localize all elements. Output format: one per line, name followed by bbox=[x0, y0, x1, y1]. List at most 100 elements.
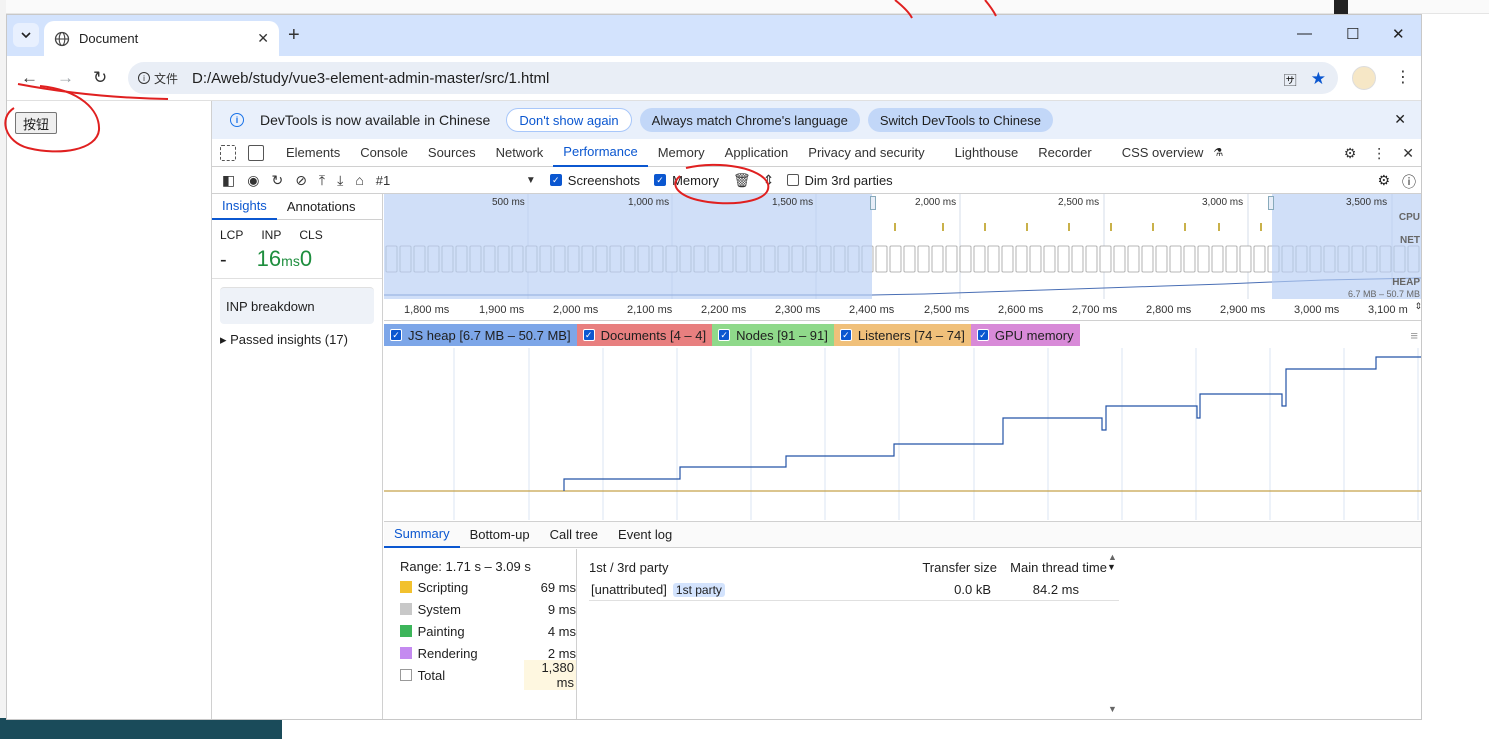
profile-avatar[interactable] bbox=[1352, 66, 1376, 90]
tab-css-overview[interactable]: CSS overview bbox=[1112, 139, 1214, 167]
selection-handle-left[interactable] bbox=[870, 196, 876, 210]
cls-label: CLS bbox=[299, 228, 323, 242]
close-devtools-icon[interactable]: ✕ bbox=[1402, 145, 1414, 162]
tab-recorder[interactable]: Recorder bbox=[1028, 139, 1111, 167]
tab-search-button[interactable] bbox=[13, 23, 39, 47]
switch-to-chinese-button[interactable]: Switch DevTools to Chinese bbox=[867, 108, 1053, 132]
tab-performance[interactable]: Performance bbox=[553, 139, 648, 167]
row-transfer: 0.0 kB bbox=[954, 582, 991, 597]
collapse-icon[interactable]: ⇕ bbox=[763, 172, 775, 189]
bookmark-star-icon[interactable]: ★ bbox=[1311, 69, 1326, 89]
back-arrow-icon[interactable]: ← bbox=[21, 68, 38, 88]
ruler-scroll-icon[interactable]: ⇕ bbox=[1414, 301, 1421, 312]
reload-icon[interactable]: ↻ bbox=[93, 68, 107, 88]
frame-thumbnail bbox=[959, 245, 972, 273]
ruler-tick: 3,000 ms bbox=[1294, 304, 1340, 316]
tab-memory[interactable]: Memory bbox=[648, 139, 715, 167]
ruler-tick: 1,900 ms bbox=[479, 304, 525, 316]
close-infobar-icon[interactable]: ✕ bbox=[1394, 111, 1406, 128]
browser-menu-icon[interactable]: ⋮ bbox=[1395, 67, 1411, 87]
tab-summary[interactable]: Summary bbox=[384, 522, 460, 548]
timeline-overview[interactable]: 500 ms 1,000 ms 1,500 ms 2,000 ms 2,500 … bbox=[384, 194, 1421, 299]
device-toolbar-icon[interactable] bbox=[248, 144, 264, 161]
selection-handle-right[interactable] bbox=[1268, 196, 1274, 210]
tab-bottom-up[interactable]: Bottom-up bbox=[460, 522, 540, 548]
tab-lighthouse[interactable]: Lighthouse bbox=[945, 139, 1029, 167]
lcp-label: LCP bbox=[220, 228, 244, 242]
tab-event-log[interactable]: Event log bbox=[608, 522, 682, 548]
memory-graph[interactable] bbox=[384, 348, 1422, 520]
address-bar[interactable]: i 文件 D:/Aweb/study/vue3-element-admin-ma… bbox=[128, 62, 1338, 94]
new-tab-button[interactable]: + bbox=[288, 24, 300, 47]
legend-js-heap[interactable]: ✓ JS heap [6.7 MB – 50.7 MB] bbox=[384, 324, 577, 346]
ruler-tick: 2,900 ms bbox=[1220, 304, 1266, 316]
legend-label: GPU memory bbox=[994, 327, 1074, 343]
translate-icon[interactable]: 🈂 bbox=[1284, 70, 1297, 89]
memory-checkbox[interactable]: ✓ Memory bbox=[654, 173, 719, 188]
garbage-collect-icon[interactable]: 🗑 bbox=[733, 172, 751, 189]
ruler-tick: 1,800 ms bbox=[404, 304, 450, 316]
reload-record-icon[interactable]: ↻ bbox=[271, 172, 283, 189]
browser-tab[interactable]: Document ✕ bbox=[44, 21, 279, 56]
sort-desc-icon[interactable]: ▼ bbox=[1107, 562, 1116, 572]
capture-settings-icon[interactable]: ⚙ bbox=[1377, 172, 1390, 192]
legend-documents[interactable]: ✓ Documents [4 – 4] bbox=[576, 324, 713, 346]
legend-listeners[interactable]: ✓ Listeners [74 – 74] bbox=[833, 324, 971, 346]
page-button[interactable]: 按钮 bbox=[15, 112, 57, 134]
summary-label: Scripting bbox=[417, 579, 469, 595]
download-icon[interactable]: ⤓ bbox=[337, 172, 343, 189]
sidebar-toggle-icon[interactable]: ◧ bbox=[222, 172, 235, 189]
frame-thumbnail bbox=[1155, 245, 1168, 273]
inspect-element-icon[interactable] bbox=[220, 144, 236, 161]
summary-label: Total bbox=[417, 667, 446, 683]
tab-elements[interactable]: Elements bbox=[276, 139, 350, 167]
legend-gpu-memory[interactable]: ✓ GPU memory bbox=[970, 324, 1080, 346]
table-scrollbar[interactable]: ▲ bbox=[1108, 552, 1117, 562]
always-match-language-button[interactable]: Always match Chrome's language bbox=[639, 108, 860, 132]
clear-icon[interactable]: ⊘ bbox=[295, 172, 307, 189]
close-window-icon[interactable]: ✕ bbox=[1392, 25, 1405, 43]
col-party[interactable]: 1st / 3rd party bbox=[589, 560, 907, 575]
site-info-chip[interactable]: i 文件 bbox=[138, 70, 178, 87]
tab-console[interactable]: Console bbox=[350, 139, 418, 167]
legend-label: JS heap [6.7 MB – 50.7 MB] bbox=[408, 327, 571, 343]
maximize-icon[interactable]: ☐ bbox=[1346, 25, 1359, 43]
chevron-down-icon bbox=[21, 32, 31, 38]
swatch bbox=[400, 625, 412, 637]
tab-annotations[interactable]: Annotations bbox=[277, 194, 366, 220]
forward-arrow-icon[interactable]: → bbox=[57, 68, 74, 88]
col-transfer[interactable]: Transfer size bbox=[907, 560, 997, 575]
checkbox-checked-icon: ✓ bbox=[976, 329, 989, 341]
more-options-icon[interactable]: ⋮ bbox=[1372, 145, 1386, 162]
record-icon[interactable]: ◉ bbox=[247, 172, 259, 189]
home-icon[interactable]: ⌂ bbox=[355, 172, 363, 188]
screenshots-checkbox[interactable]: ✓ Screenshots bbox=[549, 173, 640, 188]
tab-insights[interactable]: Insights bbox=[212, 194, 277, 220]
tab-sources[interactable]: Sources bbox=[418, 139, 486, 167]
inp-value: 16ms0 bbox=[257, 246, 312, 272]
frame-thumbnail bbox=[1057, 245, 1070, 273]
table-scrollbar-down[interactable]: ▼ bbox=[1108, 704, 1117, 714]
tab-privacy-security[interactable]: Privacy and security bbox=[798, 139, 944, 167]
tab-network[interactable]: Network bbox=[486, 139, 554, 167]
tab-call-tree[interactable]: Call tree bbox=[540, 522, 608, 548]
frame-thumbnail bbox=[1225, 245, 1238, 273]
col-main-thread[interactable]: Main thread time bbox=[997, 560, 1107, 575]
passed-insights-toggle[interactable]: ▸ Passed insights (17) bbox=[212, 324, 382, 356]
tab-application[interactable]: Application bbox=[715, 139, 799, 167]
table-row[interactable]: [unattributed] 1st party 0.0 kB 84.2 ms bbox=[589, 579, 1119, 601]
help-icon[interactable]: ⓘ bbox=[1402, 172, 1416, 192]
dont-show-again-button[interactable]: Don't show again bbox=[506, 108, 632, 132]
legend-nodes[interactable]: ✓ Nodes [91 – 91] bbox=[712, 324, 834, 346]
drag-handle-icon[interactable]: ≡ bbox=[1410, 328, 1418, 343]
inp-breakdown-card[interactable]: INP breakdown bbox=[220, 287, 374, 324]
dim-3rd-parties-checkbox[interactable]: Dim 3rd parties bbox=[786, 173, 893, 188]
background-desktop bbox=[0, 718, 282, 739]
close-tab-icon[interactable]: ✕ bbox=[257, 30, 269, 47]
minimize-icon[interactable]: — bbox=[1297, 25, 1312, 42]
settings-gear-icon[interactable]: ⚙ bbox=[1344, 145, 1357, 162]
swatch bbox=[400, 647, 412, 659]
cpu-activity-mark bbox=[1260, 223, 1262, 231]
recording-select[interactable]: #1 ▼ bbox=[376, 173, 536, 188]
upload-icon[interactable]: ⤒ bbox=[319, 172, 325, 189]
